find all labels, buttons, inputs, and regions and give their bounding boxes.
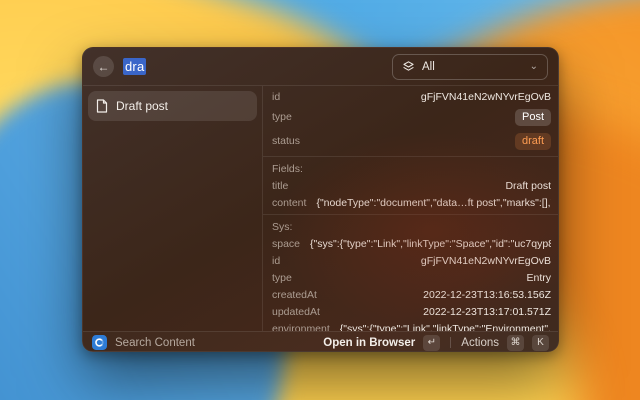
detail-row: title Draft post — [272, 177, 551, 194]
detail-row: updatedAt 2022-12-23T13:17:01.571Z — [272, 303, 551, 320]
list-item-title: Draft post — [116, 99, 168, 113]
layers-icon — [402, 60, 415, 73]
return-key-badge: ↵ — [423, 335, 440, 351]
detail-row: createdAt 2022-12-23T13:16:53.156Z — [272, 286, 551, 303]
sys-section-header: Sys: — [272, 218, 551, 235]
detail-value: {"sys":{"type":"Link","linkType":"Space"… — [310, 238, 551, 250]
detail-row: id gFjFVN41eN2wNYvrEgOvB — [272, 252, 551, 269]
detail-label: id — [272, 255, 280, 267]
search-bar: ← dra All ⌄ — [83, 48, 558, 86]
back-button[interactable]: ← — [93, 56, 114, 77]
results-list: Draft post — [83, 86, 263, 331]
section-divider — [263, 156, 558, 157]
k-key-badge: K — [532, 335, 549, 351]
detail-label: id — [272, 91, 280, 103]
detail-value: gFjFVN41eN2wNYvrEgOvB — [421, 91, 551, 103]
open-in-browser-action[interactable]: Open in Browser — [323, 337, 415, 349]
fields-section-header: Fields: — [272, 160, 551, 177]
detail-label: updatedAt — [272, 306, 320, 318]
chevron-down-icon: ⌄ — [530, 61, 538, 72]
detail-value: 2022-12-23T13:16:53.156Z — [423, 289, 551, 301]
status-badge: draft — [515, 133, 551, 150]
search-text-selected: dra — [123, 58, 146, 75]
detail-value: {"sys":{"type":"Link","linkType":"Enviro… — [340, 323, 551, 332]
detail-label: title — [272, 180, 288, 192]
document-icon — [96, 99, 108, 113]
footer-divider — [450, 337, 451, 348]
detail-value: Entry — [526, 272, 551, 284]
detail-value: Draft post — [505, 180, 551, 192]
detail-label: createdAt — [272, 289, 317, 301]
actions-menu-button[interactable]: Actions — [461, 337, 499, 349]
search-input[interactable]: dra — [123, 59, 383, 74]
detail-row: space {"sys":{"type":"Link","linkType":"… — [272, 235, 551, 252]
detail-value: 2022-12-23T13:17:01.571Z — [423, 306, 551, 318]
action-bar: Search Content Open in Browser ↵ Actions… — [83, 331, 558, 352]
back-arrow-icon: ← — [98, 60, 110, 74]
detail-label: content — [272, 197, 306, 209]
command-label: Search Content — [115, 337, 195, 349]
detail-label: type — [272, 272, 292, 284]
detail-row: type Entry — [272, 269, 551, 286]
window-body: Draft post id gFjFVN41eN2wNYvrEgOvB type… — [83, 86, 558, 331]
section-divider — [263, 214, 558, 215]
detail-value: gFjFVN41eN2wNYvrEgOvB — [421, 255, 551, 267]
detail-row: content {"nodeType":"document","data…ft … — [272, 194, 551, 211]
desktop: ← dra All ⌄ — [0, 0, 640, 400]
command-key-badge: ⌘ — [507, 335, 524, 351]
contentful-icon — [92, 335, 107, 350]
detail-row: type Post — [272, 105, 551, 129]
detail-label: type — [272, 111, 292, 123]
filter-selected-value: All — [422, 61, 435, 73]
detail-row-clipped: environment {"sys":{"type":"Link","linkT… — [272, 320, 551, 331]
detail-value: {"nodeType":"document","data…ft post","m… — [316, 197, 551, 209]
detail-panel: id gFjFVN41eN2wNYvrEgOvB type Post statu… — [263, 86, 558, 331]
detail-label: status — [272, 135, 300, 147]
detail-row: id gFjFVN41eN2wNYvrEgOvB — [272, 88, 551, 105]
type-badge: Post — [515, 109, 551, 126]
detail-row: status draft — [272, 129, 551, 153]
raycast-search-window: ← dra All ⌄ — [82, 47, 559, 352]
detail-label: environment — [272, 323, 330, 332]
list-item-draft-post[interactable]: Draft post — [88, 91, 257, 121]
content-type-filter-dropdown[interactable]: All ⌄ — [392, 54, 548, 80]
detail-label: space — [272, 238, 300, 250]
